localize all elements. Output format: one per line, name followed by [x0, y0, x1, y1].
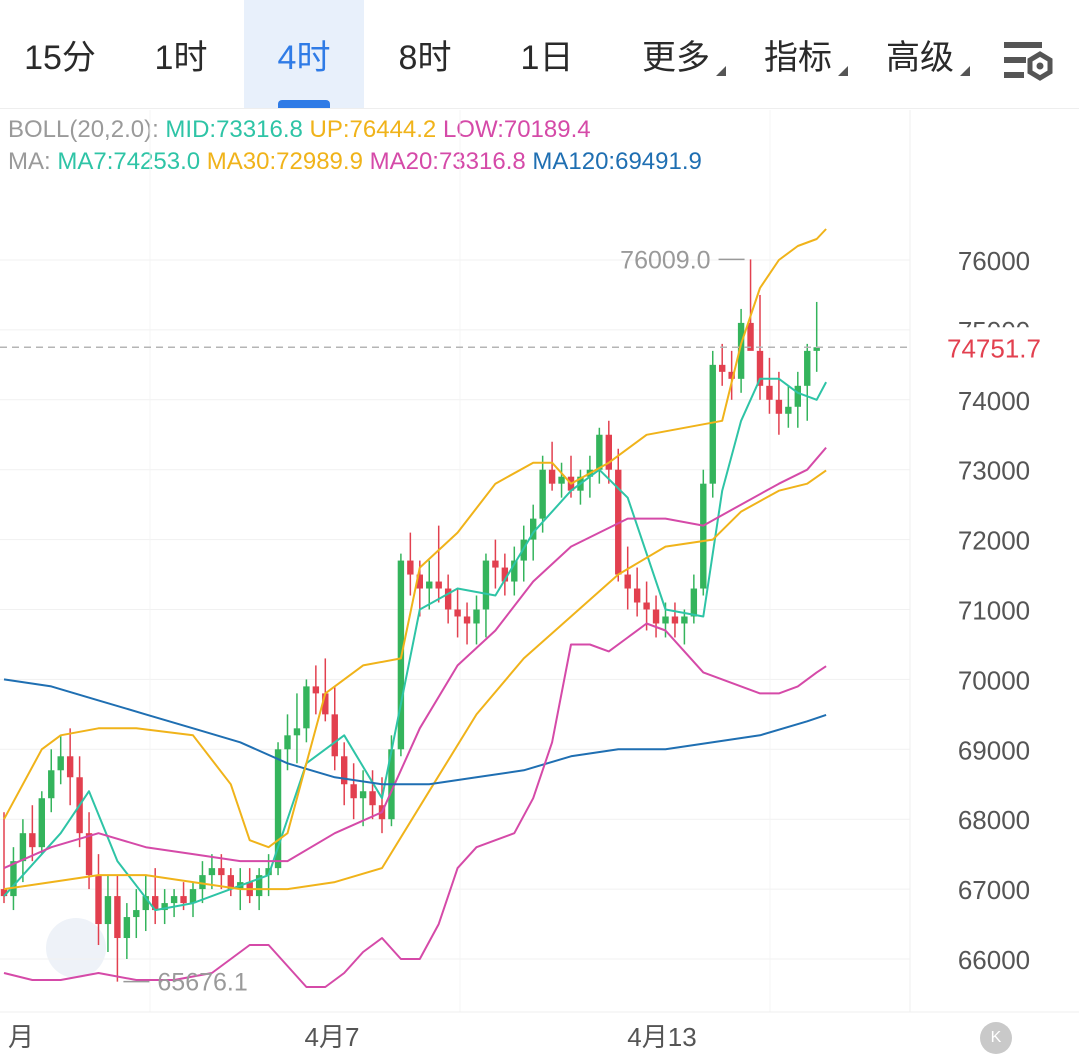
y-tick-label: 71000: [958, 596, 1030, 626]
tab-1d[interactable]: 1日: [486, 0, 608, 108]
candle-body: [180, 896, 187, 904]
candle-body: [95, 875, 102, 925]
candle-body: [785, 406, 792, 414]
dropdown-caret-icon: [960, 66, 970, 76]
tab-label: 高级: [886, 38, 954, 77]
candle-body: [775, 399, 783, 414]
tab-label: 8时: [398, 38, 452, 77]
candle-body: [359, 791, 367, 799]
candle-body: [690, 588, 698, 617]
candle-body: [624, 574, 631, 589]
candle-body: [123, 917, 131, 939]
candle-body: [548, 469, 556, 484]
candle-body: [85, 833, 93, 876]
tab-15min[interactable]: 15分: [0, 0, 120, 108]
candle-body: [539, 469, 546, 519]
candle-body: [700, 483, 707, 589]
candle-body: [48, 770, 55, 799]
candle-body: [29, 833, 36, 848]
candle-body: [274, 749, 282, 869]
tab-label: 更多: [642, 38, 710, 77]
chart-settings-icon[interactable]: [1000, 38, 1056, 82]
low-price-label: 65676.1: [157, 969, 247, 997]
dropdown-caret-icon: [716, 66, 726, 76]
series-line-ma120: [3, 678, 827, 786]
candle-body: [407, 560, 414, 575]
active-tab-indicator: [278, 100, 330, 108]
candle-body: [766, 385, 773, 400]
candle-body: [426, 581, 433, 589]
candle-body: [643, 602, 650, 610]
tab-label: 1日: [520, 38, 574, 77]
candle-body: [38, 798, 45, 848]
candle-body: [804, 350, 811, 386]
candle-body: [19, 833, 27, 862]
tab-label: 4时: [277, 38, 331, 77]
candle-body: [133, 910, 140, 918]
y-tick-label: 73000: [958, 456, 1030, 486]
candle-body: [312, 686, 320, 694]
candle-body: [189, 889, 197, 904]
candle-body: [303, 686, 310, 729]
high-price-label: 76009.0: [620, 246, 710, 274]
series-line-ma7: [3, 377, 827, 912]
candle-body: [293, 728, 301, 736]
candle-body: [341, 756, 348, 785]
candle-body: [284, 735, 291, 750]
candle-body: [218, 868, 225, 876]
tab-advanced-dropdown[interactable]: 高级: [864, 0, 976, 108]
y-tick-label: 68000: [958, 805, 1030, 835]
candle-body: [104, 896, 112, 925]
tab-more-dropdown[interactable]: 更多: [620, 0, 732, 108]
candle-body: [66, 756, 74, 778]
candle-body: [454, 609, 461, 617]
candle-body: [633, 588, 641, 603]
candle-body: [170, 896, 178, 904]
y-tick-label: 67000: [958, 875, 1030, 905]
candle-body: [662, 616, 669, 624]
x-tick-label: 月: [8, 1022, 34, 1052]
price-chart[interactable]: 7600075000740007300072000710007000069000…: [0, 108, 1079, 1060]
candle-body: [652, 609, 660, 624]
y-tick-label: 69000: [958, 735, 1030, 765]
candle-body: [369, 791, 376, 806]
y-tick-label: 70000: [958, 665, 1030, 695]
candle-body: [596, 434, 603, 470]
candle-body: [681, 616, 688, 624]
x-tick-label: 4月7: [305, 1022, 360, 1052]
tab-label: 1时: [154, 38, 208, 77]
candle-body: [558, 476, 565, 484]
tab-label: 15分: [24, 38, 96, 77]
candle-body: [671, 616, 679, 624]
y-tick-label: 72000: [958, 526, 1030, 556]
candle-body: [350, 784, 357, 799]
candle-body: [482, 560, 490, 610]
tab-label: 指标: [764, 38, 832, 77]
candle-body: [492, 560, 499, 568]
y-tick-label: 74000: [958, 386, 1030, 416]
candle-body: [114, 896, 121, 939]
candle-body: [10, 861, 17, 897]
candle-body: [435, 581, 442, 589]
y-tick-label: 76000: [958, 246, 1030, 276]
candle-body: [199, 875, 206, 890]
tab-indicators-dropdown[interactable]: 指标: [742, 0, 854, 108]
tab-8h[interactable]: 8时: [364, 0, 486, 108]
candle-body: [463, 616, 471, 624]
tab-1h[interactable]: 1时: [120, 0, 242, 108]
candle-body: [794, 385, 801, 407]
y-tick-label: 66000: [958, 945, 1030, 975]
candle-body: [719, 364, 726, 372]
dropdown-caret-icon: [838, 66, 848, 76]
candle-body: [473, 609, 480, 624]
last-price-label: 74751.7: [947, 333, 1041, 363]
candle-body: [57, 756, 64, 771]
interval-tab-bar: 15分 1时 4时 8时 1日 更多 指标 高级: [0, 0, 1079, 108]
candle-body: [208, 868, 216, 876]
tab-4h[interactable]: 4时: [244, 0, 364, 108]
candle-body: [331, 714, 338, 757]
candle-body: [709, 364, 716, 484]
x-tick-label: 4月13: [627, 1022, 696, 1052]
k-logo-icon: K: [980, 1022, 1012, 1054]
